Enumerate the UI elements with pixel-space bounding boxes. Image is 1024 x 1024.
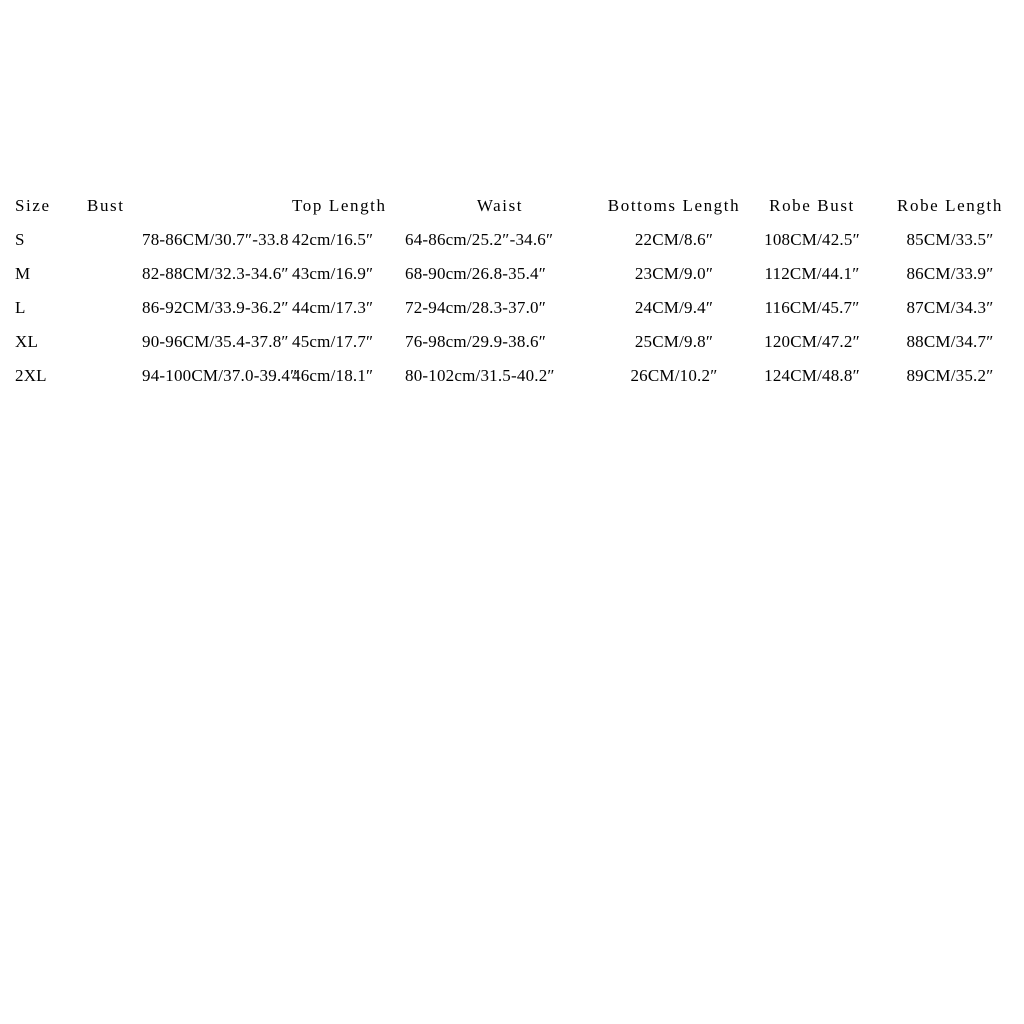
cell-waist: 80-102cm/31.5-40.2″ <box>405 366 555 385</box>
column-header-size: Size <box>15 196 51 215</box>
cell-bust: 82-88CM/32.3-34.6″ <box>142 264 289 283</box>
cell-bottoms-length: 23CM/9.0″ <box>634 264 714 283</box>
cell-bust: 90-96CM/35.4-37.8″ <box>142 332 289 351</box>
cell-robe-length: 86CM/33.9″ <box>906 264 994 283</box>
cell-waist: 64-86cm/25.2″-34.6″ <box>405 230 554 249</box>
cell-bottoms-length: 22CM/8.6″ <box>634 230 714 249</box>
cell-bottoms-length: 25CM/9.8″ <box>634 332 714 351</box>
cell-bottoms-length: 24CM/9.4″ <box>634 298 714 317</box>
column-header-waist: Waist <box>476 196 524 215</box>
table-row: L 86-92CM/33.9-36.2″ 44cm/17.3″ 72-94cm/… <box>0 291 1024 325</box>
cell-robe-bust: 116CM/45.7″ <box>764 298 860 317</box>
cell-size: L <box>15 298 26 317</box>
table-row: S 78-86CM/30.7″-33.8 42cm/16.5″ 64-86cm/… <box>0 223 1024 257</box>
cell-robe-length: 87CM/34.3″ <box>906 298 994 317</box>
cell-top-length: 42cm/16.5″ <box>292 230 374 249</box>
cell-waist: 76-98cm/29.9-38.6″ <box>405 332 546 351</box>
cell-robe-length: 88CM/34.7″ <box>906 332 994 351</box>
cell-robe-bust: 124CM/48.8″ <box>764 366 860 385</box>
cell-robe-bust: 112CM/44.1″ <box>764 264 860 283</box>
cell-top-length: 46cm/18.1″ <box>292 366 374 385</box>
size-chart-table: Size Bust Top Length Waist Bottoms Lengt… <box>0 189 1024 393</box>
cell-robe-bust: 120CM/47.2″ <box>764 332 860 351</box>
cell-robe-bust: 108CM/42.5″ <box>764 230 860 249</box>
cell-size: 2XL <box>15 366 47 385</box>
cell-bust: 86-92CM/33.9-36.2″ <box>142 298 289 317</box>
cell-top-length: 45cm/17.7″ <box>292 332 374 351</box>
cell-waist: 68-90cm/26.8-35.4″ <box>405 264 546 283</box>
cell-waist: 72-94cm/28.3-37.0″ <box>405 298 546 317</box>
cell-size: XL <box>15 332 39 351</box>
cell-robe-length: 85CM/33.5″ <box>906 230 994 249</box>
cell-robe-length: 89CM/35.2″ <box>906 366 994 385</box>
size-chart: Size Bust Top Length Waist Bottoms Lengt… <box>0 0 1024 1024</box>
column-header-bottoms-length: Bottoms Length <box>607 196 741 215</box>
table-row: XL 90-96CM/35.4-37.8″ 45cm/17.7″ 76-98cm… <box>0 325 1024 359</box>
column-header-robe-length: Robe Length <box>897 196 1003 215</box>
cell-bust: 78-86CM/30.7″-33.8 <box>142 230 289 249</box>
column-header-bust: Bust <box>87 196 125 215</box>
table-body: S 78-86CM/30.7″-33.8 42cm/16.5″ 64-86cm/… <box>0 223 1024 393</box>
table-row: M 82-88CM/32.3-34.6″ 43cm/16.9″ 68-90cm/… <box>0 257 1024 291</box>
cell-size: S <box>15 230 25 249</box>
table-header: Size Bust Top Length Waist Bottoms Lengt… <box>0 189 1024 223</box>
table-row: 2XL 94-100CM/37.0-39.4″ 46cm/18.1″ 80-10… <box>0 359 1024 393</box>
cell-size: M <box>15 264 31 283</box>
cell-top-length: 44cm/17.3″ <box>292 298 374 317</box>
column-header-robe-bust: Robe Bust <box>769 196 855 215</box>
cell-bust: 94-100CM/37.0-39.4″ <box>142 366 298 385</box>
cell-bottoms-length: 26CM/10.2″ <box>630 366 718 385</box>
column-header-top-length: Top Length <box>292 196 387 215</box>
header-row: Size Bust Top Length Waist Bottoms Lengt… <box>0 189 1024 223</box>
cell-top-length: 43cm/16.9″ <box>292 264 374 283</box>
